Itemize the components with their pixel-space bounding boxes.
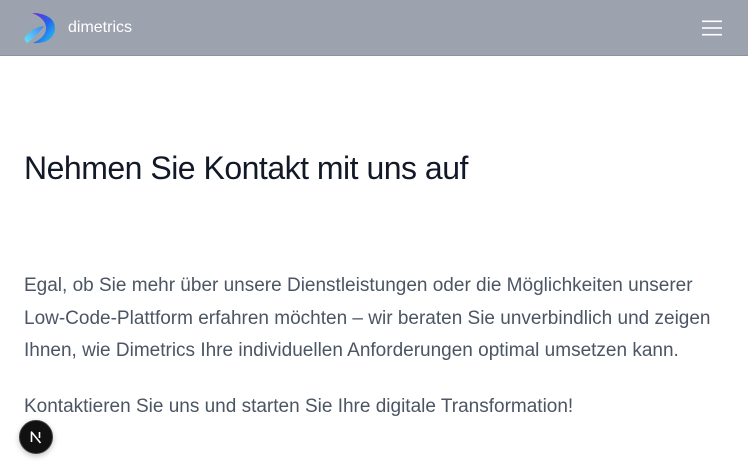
top-navigation-bar: dimetrics (0, 0, 748, 56)
hamburger-menu-icon (702, 20, 722, 36)
nextjs-dev-indicator-icon (30, 431, 42, 444)
cta-paragraph: Kontaktieren Sie uns und starten Sie Ihr… (24, 396, 574, 417)
intro-paragraph: Egal, ob Sie mehr über unsere Dienstleis… (24, 275, 711, 361)
brand-name[interactable]: dimetrics (68, 18, 132, 38)
menu-button[interactable] (698, 14, 726, 42)
nextjs-dev-indicator-button[interactable] (19, 420, 53, 454)
page-title: Nehmen Sie Kontakt mit uns auf (24, 150, 468, 186)
dimetrics-logo-icon[interactable] (22, 10, 58, 46)
